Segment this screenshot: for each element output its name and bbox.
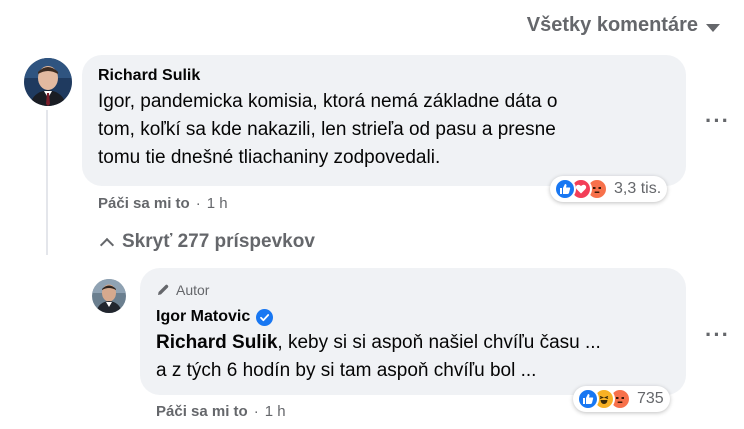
comment-text-line-1: Igor, pandemicka komisia, ktorá nemá zák… <box>98 91 558 112</box>
all-comments-filter[interactable]: Všetky komentáre <box>527 14 720 37</box>
meta-separator: · <box>253 403 259 420</box>
more-options-icon[interactable]: ··· <box>705 108 730 134</box>
caret-down-icon <box>706 23 720 32</box>
thread-connector <box>46 110 48 255</box>
reply-text-line-2: a z tých 6 hodín by si tam aspoň chvíľu … <box>156 360 537 381</box>
hide-replies-label: Skryť 277 príspevkov <box>122 231 315 252</box>
reaction-count: 3,3 tis. <box>614 180 662 197</box>
reply-meta: Páči sa mi to · 1 h <box>156 403 286 420</box>
reply-text-line-1: Richard Sulik, keby si si aspoň našiel c… <box>156 332 601 354</box>
reply-author[interactable]: Igor Matovic <box>156 308 250 326</box>
like-reaction-icon <box>554 178 576 200</box>
reply-text-line-1-rest: , keby si si aspoň našiel chvíľu času ..… <box>277 332 601 353</box>
reaction-count: 735 <box>637 390 664 407</box>
comment-author[interactable]: Richard Sulik <box>98 67 200 85</box>
reply-author-row: Igor Matovic <box>156 308 274 326</box>
avatar-richard-sulik[interactable] <box>24 58 72 106</box>
mention-richard-sulik[interactable]: Richard Sulik <box>156 332 277 353</box>
pencil-icon <box>158 284 169 295</box>
comment-bubble-richard: Richard Sulik Igor, pandemicka komisia, … <box>82 55 686 186</box>
author-badge: Autor <box>156 282 209 298</box>
reaction-summary[interactable]: 3,3 tis. <box>550 176 668 202</box>
reaction-summary[interactable]: 735 <box>573 386 670 412</box>
meta-separator: · <box>195 195 201 212</box>
timestamp[interactable]: 1 h <box>207 195 228 212</box>
like-reaction-icon <box>577 388 599 410</box>
filter-label: Všetky komentáre <box>526 14 698 36</box>
verified-badge-icon <box>256 308 274 326</box>
like-link[interactable]: Páči sa mi to <box>98 195 190 212</box>
comment-meta: Páči sa mi to · 1 h <box>98 195 228 212</box>
like-link[interactable]: Páči sa mi to <box>156 403 248 420</box>
comment-text-line-2: tom, koľkí sa kde nakazili, len strieľa … <box>98 119 556 140</box>
reply-bubble-igor: Autor Igor Matovic Richard Sulik, keby s… <box>140 268 686 395</box>
comment-text-line-3: tomu tie dnešné tliachaniny zodpovedali. <box>98 147 441 168</box>
more-options-icon[interactable]: ··· <box>705 322 730 348</box>
avatar-igor-matovic[interactable] <box>92 279 126 313</box>
author-badge-label: Autor <box>176 282 210 298</box>
chevron-up-icon <box>99 237 115 252</box>
hide-replies-toggle[interactable]: Skryť 277 príspevkov <box>99 231 315 253</box>
timestamp[interactable]: 1 h <box>265 403 286 420</box>
